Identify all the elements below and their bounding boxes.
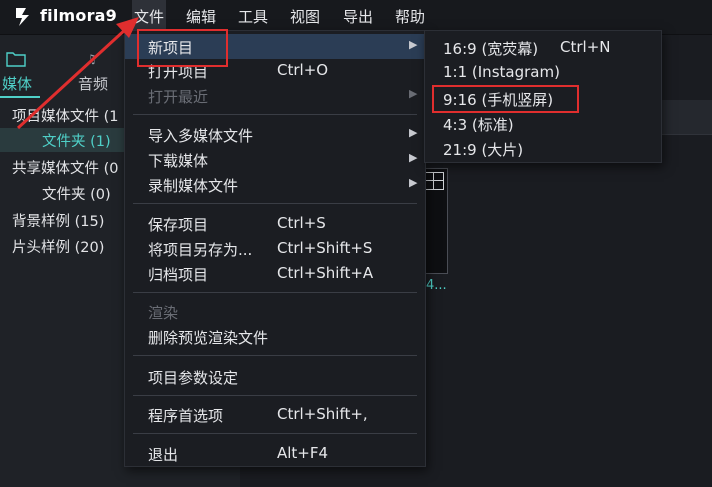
menu-view[interactable]: 视图 xyxy=(288,0,322,34)
menu-item-shortcut: Ctrl+O xyxy=(277,61,329,79)
tree-item-project-media[interactable]: 项目媒体文件 (1 xyxy=(12,105,119,126)
app-name: filmora9 xyxy=(40,6,118,25)
menu-item-label: 导入多媒体文件 xyxy=(148,127,254,145)
menu-item-save-project[interactable]: 保存项目 Ctrl+S xyxy=(125,211,425,236)
menu-item-label: 程序首选项 xyxy=(148,407,224,425)
annotation-box-9-16 xyxy=(432,85,579,113)
tree-item-folder-1[interactable]: 文件夹 (1) xyxy=(42,130,111,151)
folder-icon[interactable] xyxy=(6,50,26,68)
menu-item-shortcut: Ctrl+Shift+, xyxy=(277,405,368,423)
menu-item-open-recent: 打开最近 ▶ xyxy=(125,83,425,108)
menu-item-label: 归档项目 xyxy=(148,266,209,284)
tree-item-background-samples[interactable]: 背景样例 (15) xyxy=(12,210,104,231)
menu-item-shortcut: Alt+F4 xyxy=(277,444,329,462)
menu-tools[interactable]: 工具 xyxy=(236,0,270,34)
menu-export[interactable]: 导出 xyxy=(341,0,375,34)
annotation-box-new-project xyxy=(137,29,228,67)
tab-audio[interactable]: 音频 xyxy=(78,73,108,94)
menu-item-archive-project[interactable]: 归档项目 Ctrl+Shift+A xyxy=(125,261,425,286)
submenu-item-label: 4:3 (标准) xyxy=(443,116,514,134)
submenu-item-4-3[interactable]: 4:3 (标准) xyxy=(425,111,661,136)
thumbnail-label: 4... xyxy=(426,278,447,293)
menu-item-shortcut: Ctrl+Shift+S xyxy=(277,239,373,257)
menu-item-label: 下载媒体 xyxy=(148,152,209,170)
submenu-item-label: 1:1 (Instagram) xyxy=(443,63,560,81)
menu-item-label: 录制媒体文件 xyxy=(148,177,239,195)
submenu-item-1-1[interactable]: 1:1 (Instagram) xyxy=(425,60,661,85)
menu-item-label: 保存项目 xyxy=(148,216,209,234)
tab-active-indicator xyxy=(0,96,40,98)
menu-item-delete-preview-render[interactable]: 删除预览渲染文件 xyxy=(125,324,425,349)
file-menu-dropdown: 新项目 ▶ 打开项目 Ctrl+O 打开最近 ▶ 导入多媒体文件 ▶ 下载媒体 … xyxy=(124,30,426,467)
submenu-item-label: 21:9 (大片) xyxy=(443,141,524,159)
tab-media[interactable]: 媒体 xyxy=(2,73,32,94)
menu-separator xyxy=(133,114,417,115)
filmora-logo-icon xyxy=(16,8,29,26)
menu-item-import-media[interactable]: 导入多媒体文件 ▶ xyxy=(125,122,425,147)
submenu-item-label: 16:9 (宽荧幕) xyxy=(443,40,539,58)
submenu-item-16-9[interactable]: 16:9 (宽荧幕) Ctrl+N xyxy=(425,35,661,60)
submenu-arrow-icon: ▶ xyxy=(409,176,418,189)
menu-item-shortcut: Ctrl+Shift+A xyxy=(277,264,374,282)
menu-item-render: 渲染 xyxy=(125,299,425,324)
submenu-arrow-icon: ▶ xyxy=(409,151,418,164)
tree-item-folder-0[interactable]: 文件夹 (0) xyxy=(42,183,111,204)
menu-item-download-media[interactable]: 下载媒体 ▶ xyxy=(125,147,425,172)
menu-item-save-project-as[interactable]: 将项目另存为... Ctrl+Shift+S xyxy=(125,236,425,261)
tree-item-title-samples[interactable]: 片头样例 (20) xyxy=(12,236,104,257)
tree-item-shared-media[interactable]: 共享媒体文件 (0 xyxy=(12,157,119,178)
menu-item-exit[interactable]: 退出 Alt+F4 xyxy=(125,441,425,466)
menu-item-shortcut: Ctrl+S xyxy=(277,214,326,232)
menu-item-label: 删除预览渲染文件 xyxy=(148,329,269,347)
menu-item-label: 项目参数设定 xyxy=(148,369,239,387)
submenu-arrow-icon: ▶ xyxy=(409,126,418,139)
menu-separator xyxy=(133,203,417,204)
menu-item-label: 将项目另存为... xyxy=(148,241,253,259)
menu-item-project-settings[interactable]: 项目参数设定 xyxy=(125,364,425,389)
menu-separator xyxy=(133,395,417,396)
submenu-item-shortcut: Ctrl+N xyxy=(560,38,611,56)
menu-separator xyxy=(133,433,417,434)
menu-item-record-media[interactable]: 录制媒体文件 ▶ xyxy=(125,172,425,197)
menu-help[interactable]: 帮助 xyxy=(393,0,427,34)
menu-item-preferences[interactable]: 程序首选项 Ctrl+Shift+, xyxy=(125,402,425,427)
menu-item-label: 退出 xyxy=(148,446,179,464)
menu-separator xyxy=(133,292,417,293)
audio-icon[interactable]: ♫ xyxy=(86,52,97,66)
menu-item-label: 渲染 xyxy=(148,304,179,322)
menu-item-label: 打开最近 xyxy=(148,88,209,106)
submenu-item-21-9[interactable]: 21:9 (大片) xyxy=(425,136,661,161)
submenu-arrow-icon: ▶ xyxy=(409,38,418,51)
menu-separator xyxy=(133,355,417,356)
grid-icon xyxy=(424,172,444,190)
submenu-arrow-icon: ▶ xyxy=(409,87,418,100)
